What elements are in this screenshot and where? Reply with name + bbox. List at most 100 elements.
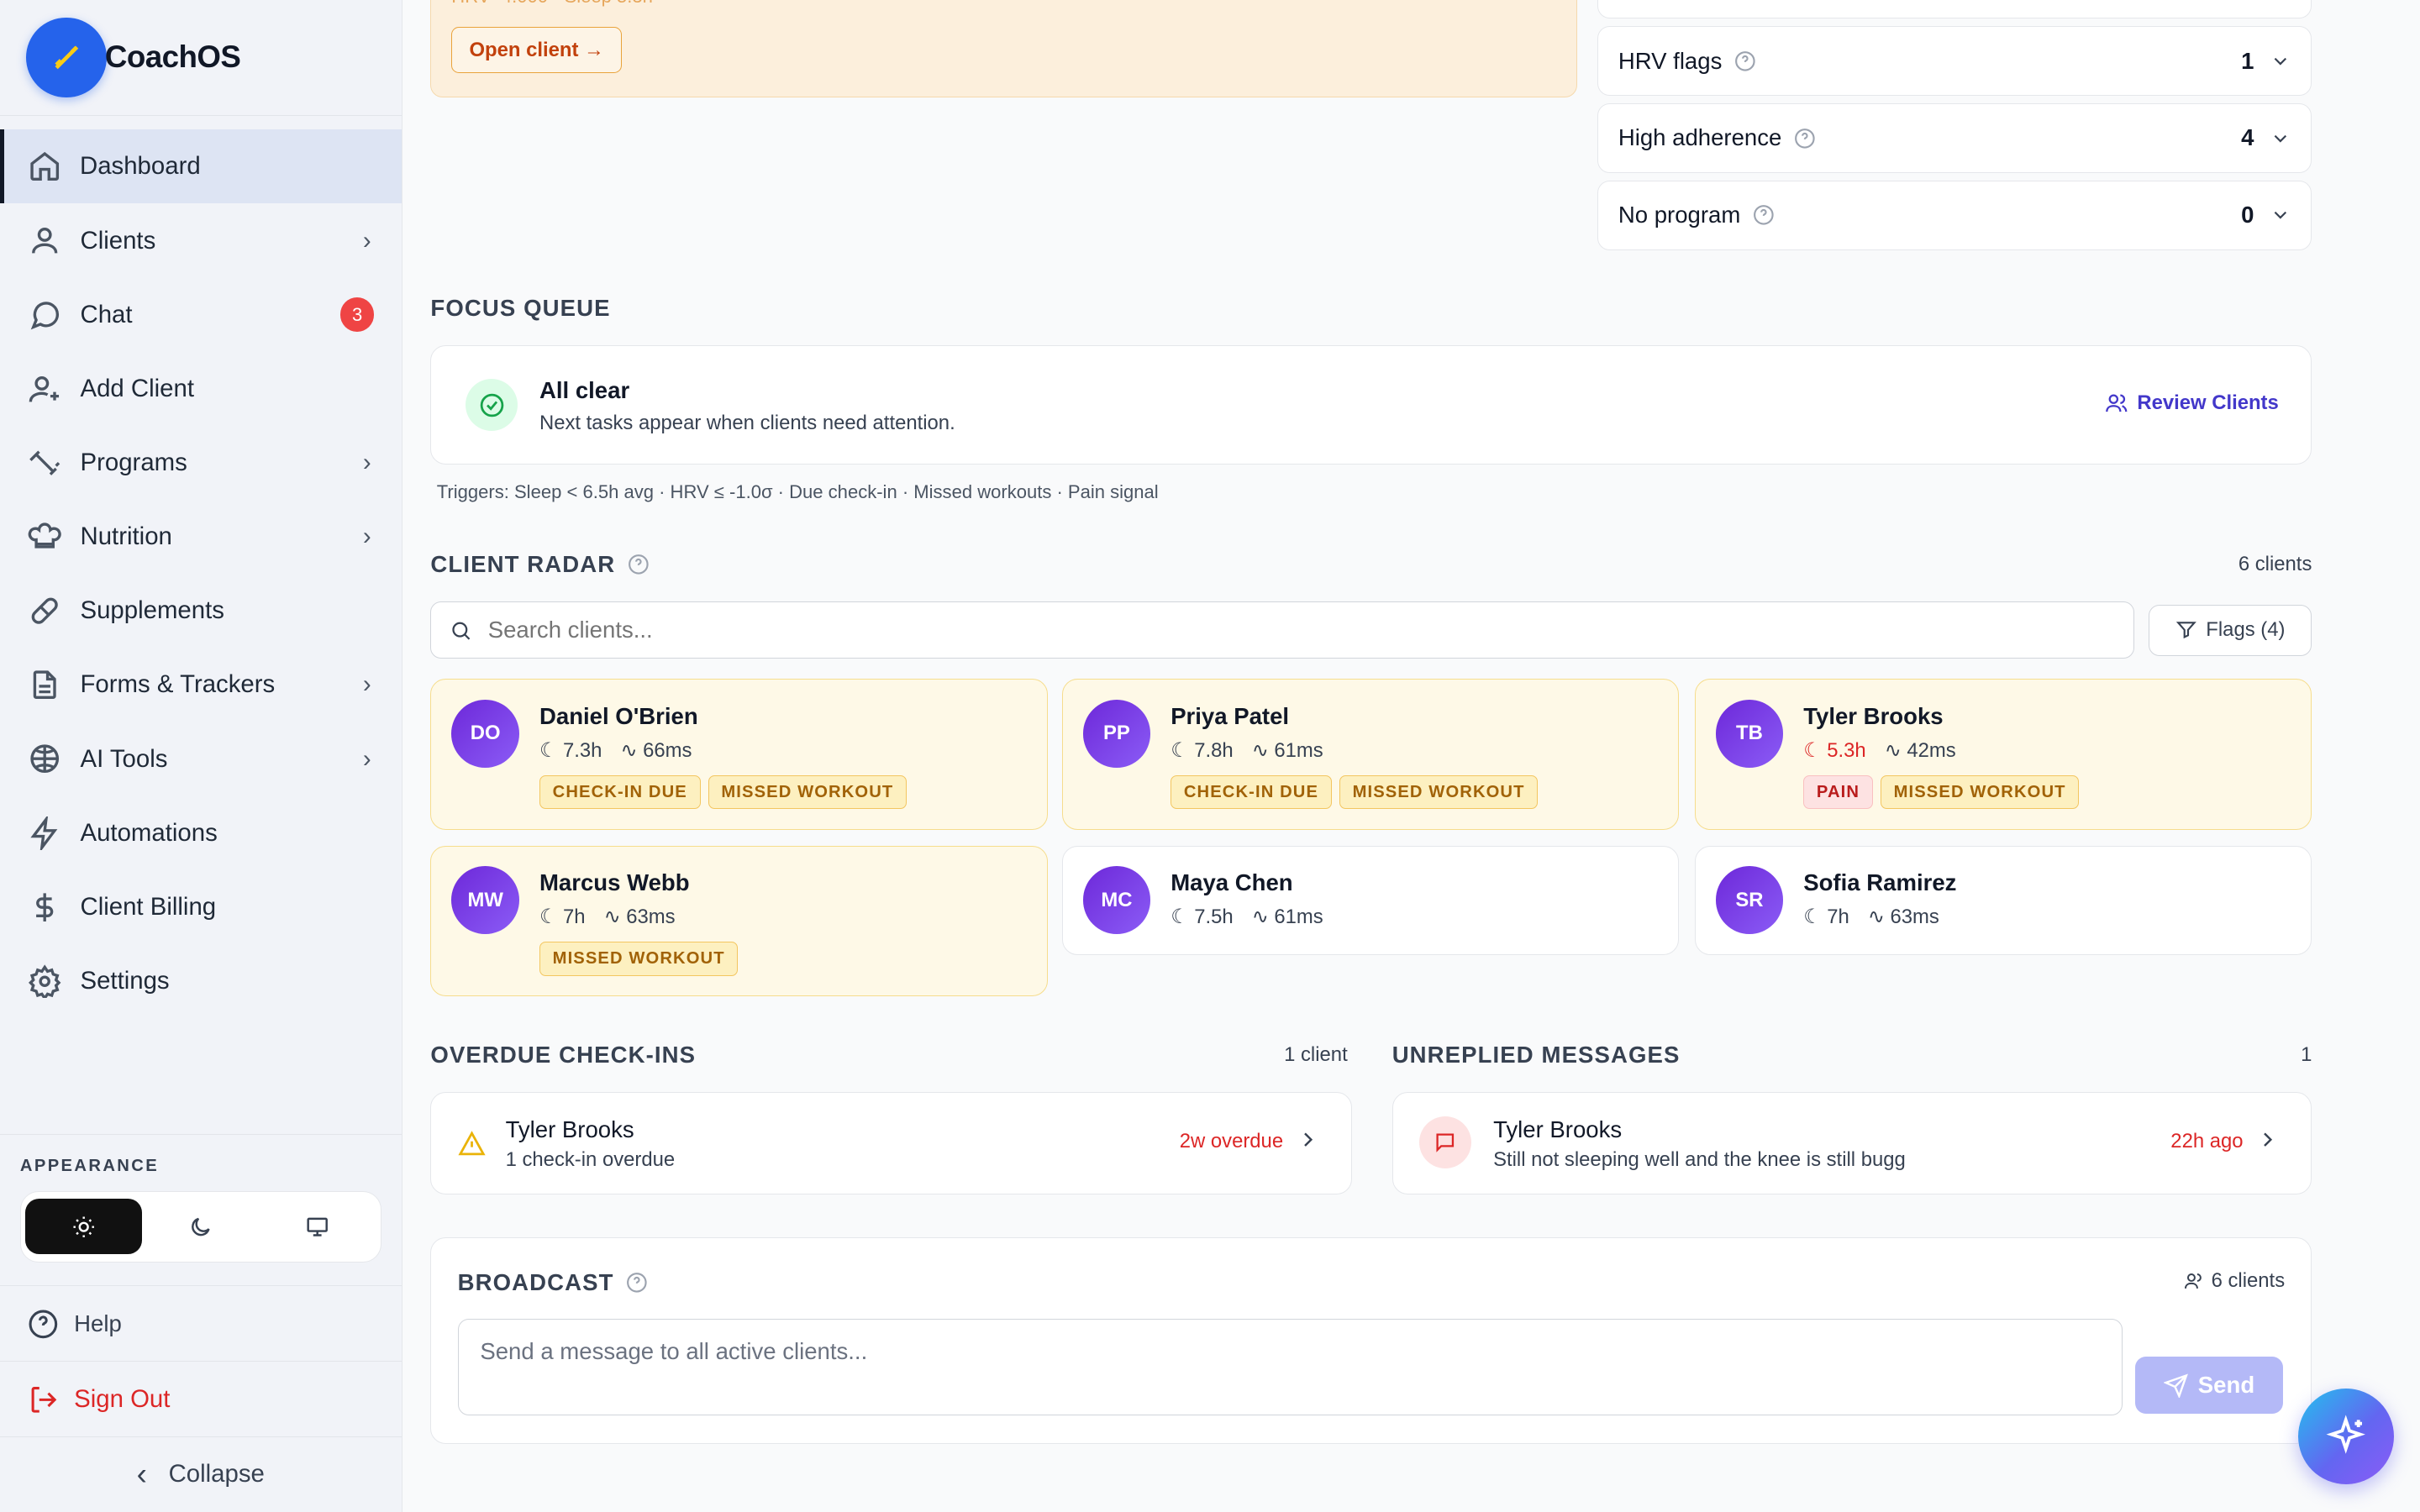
sidebar-item-dashboard[interactable]: Dashboard xyxy=(0,129,402,204)
broadcast-card: BROADCAST 6 clients Send a message to al… xyxy=(430,1237,2312,1445)
bolt-icon xyxy=(30,816,58,850)
chat-icon xyxy=(30,302,60,330)
flag-row-high-adherence[interactable]: High adherence 4 xyxy=(1597,103,2312,173)
moon-icon: ☾ xyxy=(1171,738,1189,762)
overdue-item[interactable]: Tyler Brooks 1 check-in overdue 2w overd… xyxy=(430,1092,1352,1194)
search-field[interactable] xyxy=(487,617,2134,644)
search-input[interactable] xyxy=(430,601,2135,659)
app-name: CoachOS xyxy=(104,39,241,75)
system-theme-button[interactable] xyxy=(259,1199,376,1254)
flag-label: No program xyxy=(1618,202,1741,228)
collapse-button[interactable]: ‹ Collapse xyxy=(0,1436,402,1512)
sleep-value: 5.3h xyxy=(1827,738,1866,762)
open-client-button[interactable]: Open client → xyxy=(451,27,623,74)
sidebar-item-programs[interactable]: Programs › xyxy=(0,426,402,500)
sidebar-item-chat[interactable]: Chat 3 xyxy=(0,278,402,352)
focus-queue-card: All clear Next tasks appear when clients… xyxy=(430,345,2312,465)
sidebar-item-label: Forms & Trackers xyxy=(80,670,276,699)
sleep-value: 7h xyxy=(563,906,586,929)
client-stats: ☾ 7.8h ∿ 61ms xyxy=(1171,738,1323,763)
help-circle-icon[interactable] xyxy=(628,554,650,575)
broadcast-recipients: 6 clients xyxy=(2184,1268,2286,1293)
client-card[interactable]: TB Tyler Brooks ☾ 5.3h ∿ 42ms PAIN MISSE… xyxy=(1694,679,2312,831)
hrv-stat: ∿ 61ms xyxy=(1252,905,1323,929)
activity-icon: ∿ xyxy=(603,906,621,929)
client-tags: CHECK-IN DUE MISSED WORKOUT xyxy=(1171,775,1539,810)
sidebar-item-nutrition[interactable]: Nutrition › xyxy=(0,500,402,574)
sidebar-item-label: Client Billing xyxy=(80,892,217,921)
help-circle-icon[interactable] xyxy=(1794,128,1816,150)
hrv-value: 63ms xyxy=(1890,906,1939,929)
help-circle-icon[interactable] xyxy=(1734,50,1756,72)
broadcast-count: 6 clients xyxy=(2211,1268,2286,1292)
sun-icon xyxy=(73,1216,95,1237)
hrv-stat: ∿ 63ms xyxy=(604,905,676,929)
light-theme-button[interactable] xyxy=(25,1199,143,1255)
ai-assistant-button[interactable] xyxy=(2297,1389,2394,1484)
sign-out-button[interactable]: Sign Out xyxy=(0,1360,402,1438)
chevron-down-icon xyxy=(2274,57,2286,66)
sidebar-item-ai-tools[interactable]: AI Tools › xyxy=(0,722,402,796)
client-card[interactable]: DO Daniel O'Brien ☾ 7.3h ∿ 66ms CHECK-IN… xyxy=(430,679,1049,831)
dollar-icon xyxy=(36,893,54,921)
sleep-value: 7.3h xyxy=(563,738,602,762)
sidebar-item-label: Chat xyxy=(80,300,133,328)
sidebar-item-clients[interactable]: Clients › xyxy=(0,203,402,277)
client-card[interactable]: MW Marcus Webb ☾ 7h ∿ 63ms MISSED WORKOU… xyxy=(430,845,1049,997)
logo-icon[interactable] xyxy=(26,17,107,98)
appearance-label: APPEARANCE xyxy=(19,1156,160,1175)
sidebar-item-automations[interactable]: Automations xyxy=(0,796,402,870)
broadcast-message-input[interactable]: Send a message to all active clients... xyxy=(457,1318,2123,1416)
appearance-section: APPEARANCE xyxy=(0,1133,402,1284)
help-circle-icon[interactable] xyxy=(1753,204,1775,226)
warning-icon xyxy=(458,1131,486,1156)
focus-queue-title: FOCUS QUEUE xyxy=(430,294,611,321)
sidebar-item-label: Add Client xyxy=(80,374,195,402)
sidebar-item-supplements[interactable]: Supplements xyxy=(0,574,402,648)
dark-theme-button[interactable] xyxy=(142,1199,259,1254)
alert-subtext: HRV -4.000 · Sleep 5.3h xyxy=(451,0,653,8)
chevron-right-icon: › xyxy=(362,744,371,773)
sidebar-item-label: Supplements xyxy=(80,596,224,625)
hrv-stat: ∿ 66ms xyxy=(620,738,692,763)
review-clients-button[interactable]: Review Clients xyxy=(2105,391,2279,415)
flag-row-no-program[interactable]: No program 0 xyxy=(1597,180,2312,250)
client-card[interactable]: PP Priya Patel ☾ 7.8h ∿ 61ms CHECK-IN DU… xyxy=(1061,679,1680,831)
flag-row-hrv[interactable]: HRV flags 1 xyxy=(1597,26,2312,96)
sidebar: CoachOS Dashboard Clients › Chat 3 Add C… xyxy=(0,0,403,1512)
moon-icon: ☾ xyxy=(1803,738,1822,762)
home-icon xyxy=(29,152,59,181)
flags-filter-button[interactable]: Flags (4) xyxy=(2148,604,2312,656)
moon-icon xyxy=(192,1217,210,1236)
search-icon xyxy=(452,622,471,640)
help-link[interactable]: Help xyxy=(0,1284,402,1362)
client-tags: CHECK-IN DUE MISSED WORKOUT xyxy=(539,775,908,810)
client-card[interactable]: SR Sofia Ramirez ☾ 7h ∿ 63ms xyxy=(1694,845,2312,955)
sidebar-item-add-client[interactable]: Add Client xyxy=(0,352,402,426)
sidebar-item-forms-trackers[interactable]: Forms & Trackers › xyxy=(0,648,402,722)
status-badge: MISSED WORKOUT xyxy=(539,942,739,976)
client-name: Sofia Ramirez xyxy=(1803,869,1957,896)
help-circle-icon[interactable] xyxy=(626,1272,648,1294)
chevron-right-icon: › xyxy=(362,522,371,551)
sidebar-item-client-billing[interactable]: Client Billing xyxy=(0,870,402,944)
sidebar-item-settings[interactable]: Settings xyxy=(0,944,402,1018)
triggers-text: Triggers: Sleep < 6.5h avg · HRV ≤ -1.0σ… xyxy=(436,481,1159,503)
unreplied-item[interactable]: Tyler Brooks Still not sleeping well and… xyxy=(1392,1092,2312,1194)
client-stats: ☾ 7h ∿ 63ms xyxy=(1803,905,1939,929)
sidebar-item-label: Settings xyxy=(80,967,170,995)
dumbbell-icon xyxy=(29,450,60,475)
overdue-client-name: Tyler Brooks xyxy=(505,1116,634,1142)
status-badge: CHECK-IN DUE xyxy=(539,775,701,810)
client-stats: ☾ 7h ∿ 63ms xyxy=(539,905,676,929)
sidebar-item-label: AI Tools xyxy=(80,744,168,773)
send-button[interactable]: Send xyxy=(2135,1357,2284,1415)
broadcast-title: BROADCAST xyxy=(457,1268,614,1295)
client-card[interactable]: MC Maya Chen ☾ 7.5h ∿ 61ms xyxy=(1061,845,1680,955)
hrv-stat: ∿ 42ms xyxy=(1885,738,1956,763)
file-icon xyxy=(33,670,56,700)
sleep-stat: ☾ 7.5h xyxy=(1171,905,1233,929)
avatar: TB xyxy=(1715,700,1784,768)
client-stats: ☾ 5.3h ∿ 42ms xyxy=(1803,738,1955,763)
sleep-stat: ☾ 7h xyxy=(539,905,586,929)
